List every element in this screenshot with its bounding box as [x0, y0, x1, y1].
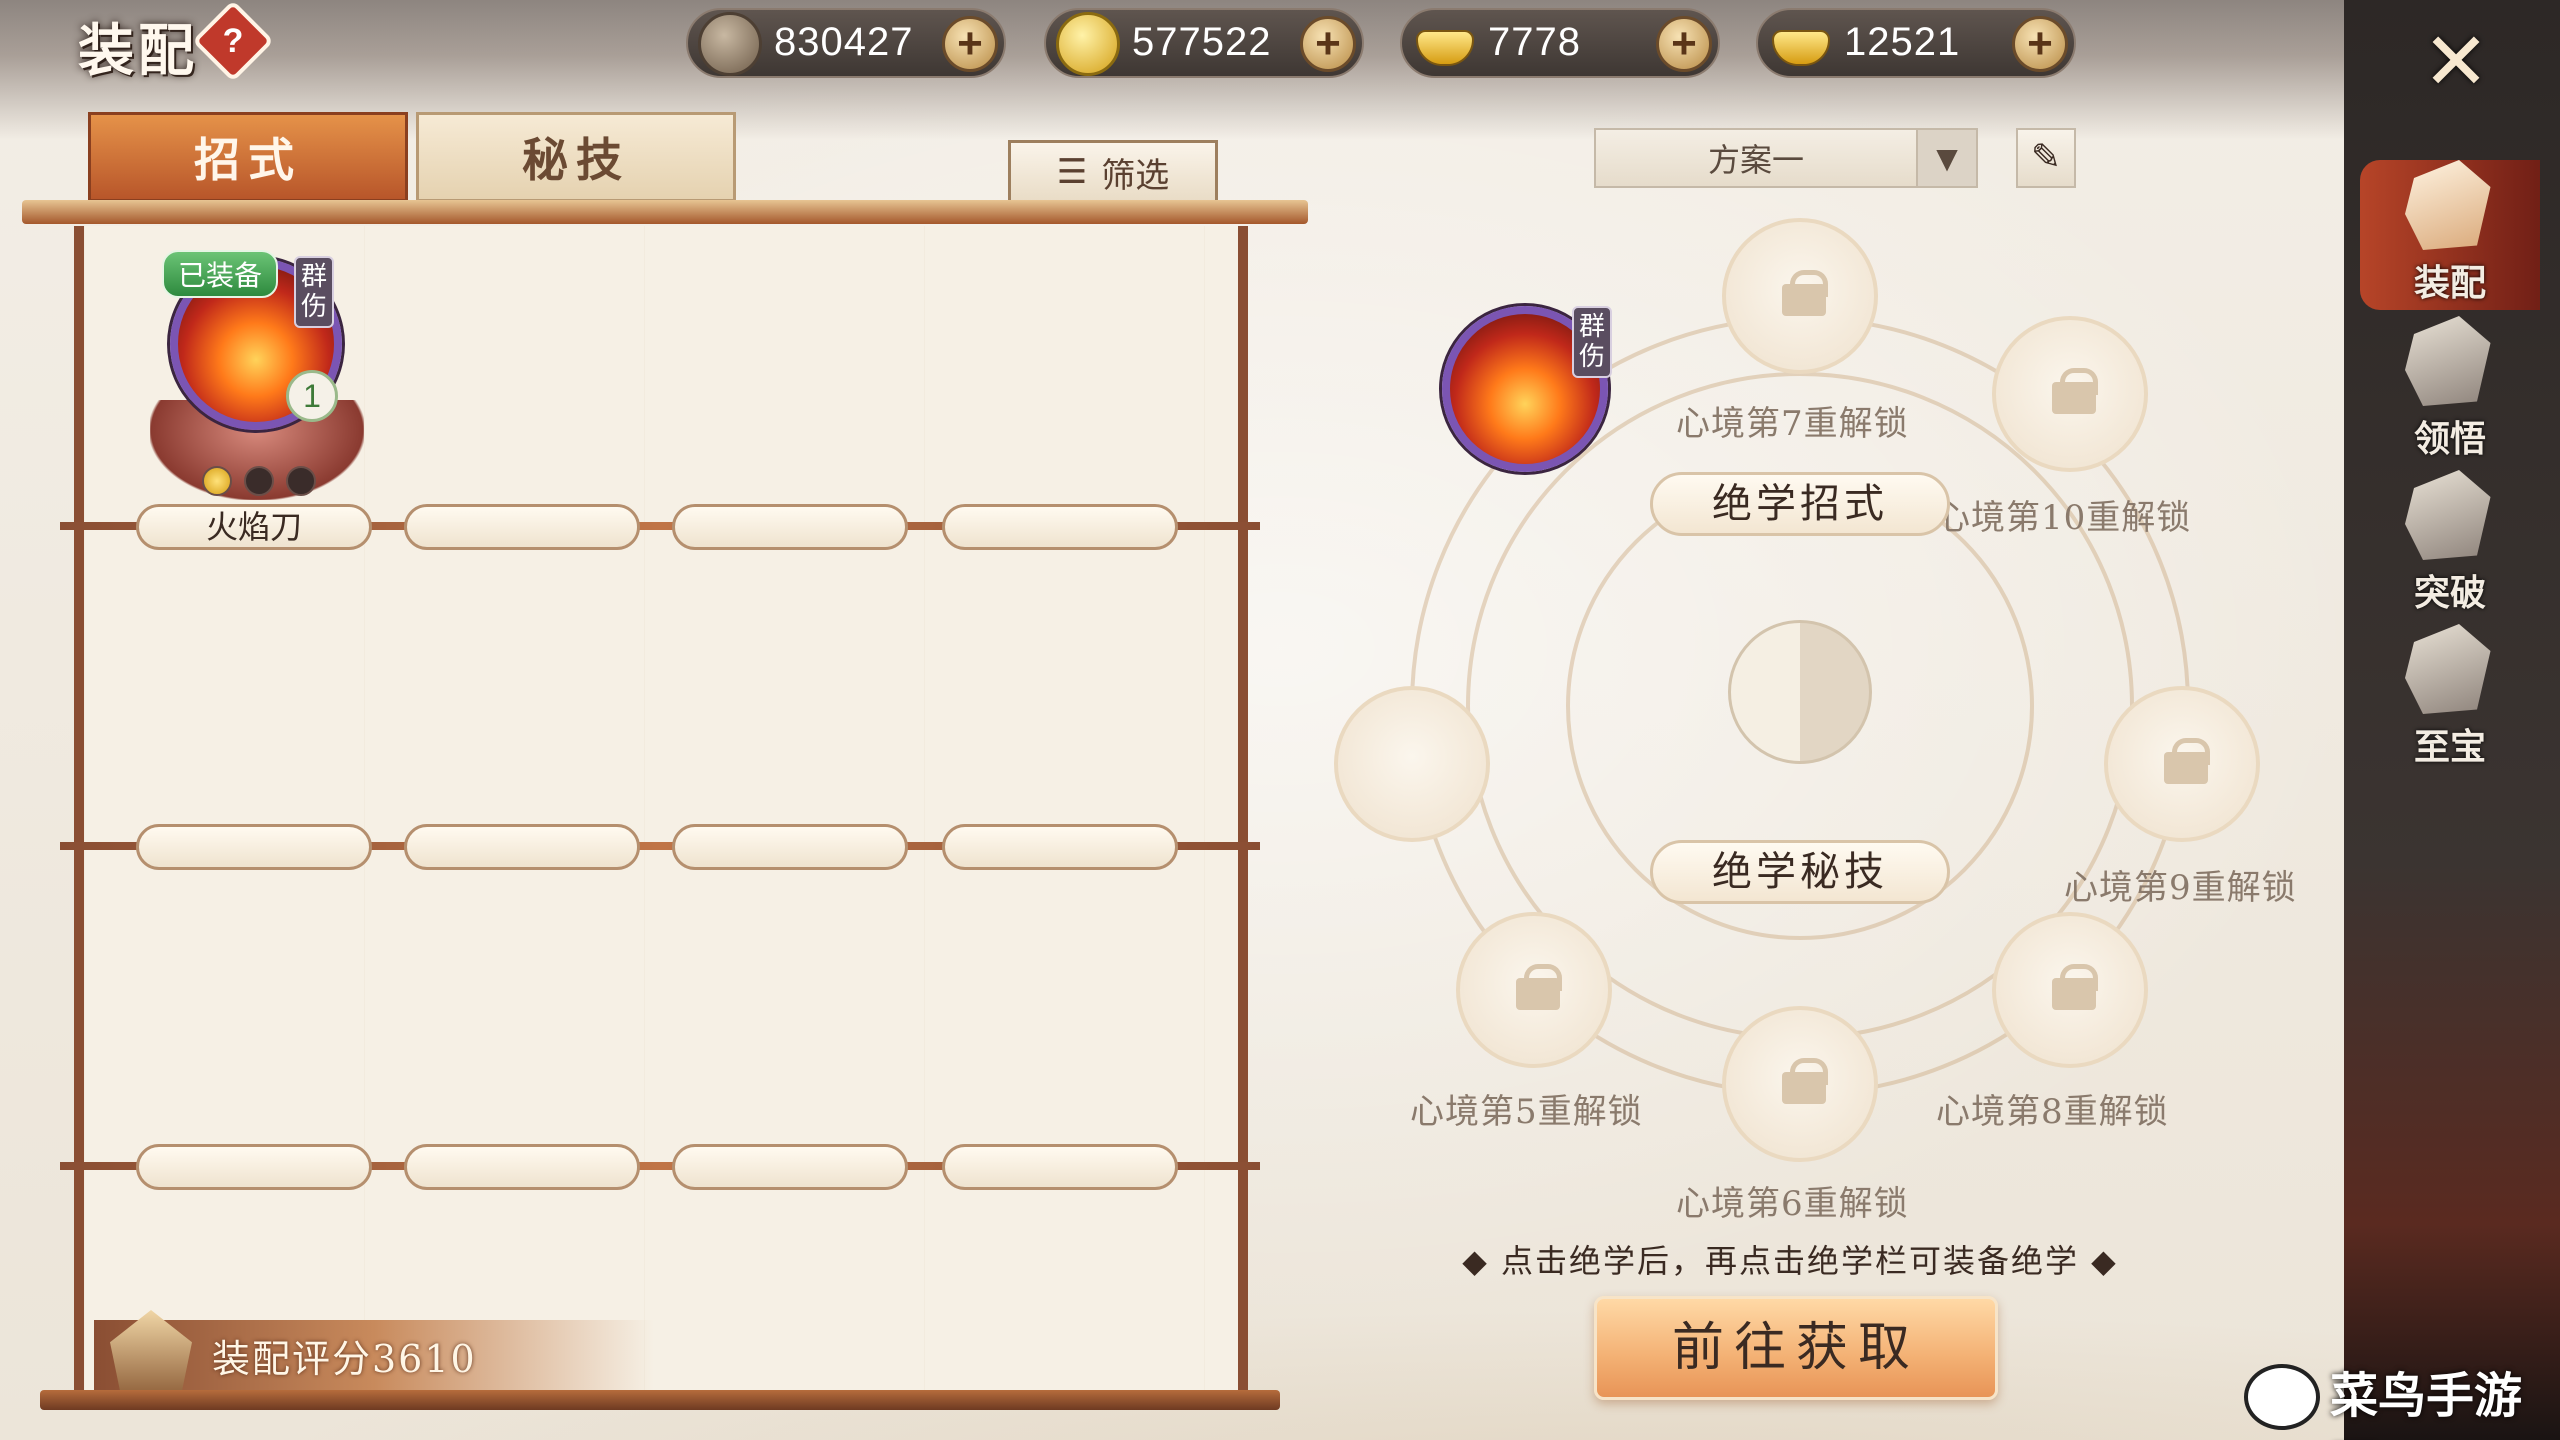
watermark-mascot-icon: [2244, 1364, 2320, 1430]
side-nav-equip[interactable]: 装配: [2360, 160, 2540, 310]
locked-slot-6[interactable]: [1722, 1006, 1878, 1162]
currency-copper: 830427 +: [686, 8, 1006, 78]
unlock-label-8: 心境第8重解锁: [1936, 1092, 2169, 1132]
side-nav-label: 突破: [2413, 572, 2486, 614]
currency-ingot: 12521 +: [1756, 8, 2076, 78]
plan-selected: 方案一: [1707, 141, 1804, 179]
locked-slot-empty[interactable]: [1334, 686, 1490, 842]
filter-button[interactable]: ☰ 筛选: [1008, 140, 1218, 204]
skill-slot-9[interactable]: [136, 1144, 372, 1190]
filter-label: 筛选: [1101, 155, 1170, 196]
panel-top-bar: [22, 200, 1308, 224]
unlock-label-9: 心境第9重解锁: [2064, 868, 2297, 908]
unlock-label-5: 心境第5重解锁: [1410, 1092, 1643, 1132]
skill-slot-1[interactable]: 火焰刀: [136, 504, 372, 550]
equip-score: 装配评分3610: [212, 1337, 477, 1381]
lock-icon: [1782, 270, 1828, 316]
plan-dropdown[interactable]: 方案一 ▼: [1594, 128, 1978, 188]
treasure-sword-icon: [2405, 624, 2491, 714]
yin-yang-icon: [1728, 620, 1872, 764]
lock-icon: [1516, 964, 1562, 1010]
add-bound-ingot-button[interactable]: +: [1656, 16, 1712, 72]
add-gold-button[interactable]: +: [1300, 16, 1356, 72]
currency-value: 12521: [1844, 20, 1961, 64]
skill-slot-4[interactable]: [942, 504, 1178, 550]
skill-slot-7[interactable]: [672, 824, 908, 870]
star-dot: [202, 466, 232, 496]
equipped-badge: 已装备: [162, 250, 279, 298]
locked-slot-9[interactable]: [2104, 686, 2260, 842]
equip-book-icon: [2405, 160, 2491, 250]
add-copper-button[interactable]: +: [942, 16, 998, 72]
filter-icon: ☰: [1056, 152, 1088, 192]
lock-icon: [1782, 1058, 1828, 1104]
unlock-label-7: 心境第7重解锁: [1676, 404, 1909, 444]
currency-value: 830427: [774, 20, 914, 64]
ultimate-secret-label[interactable]: 绝学秘技: [1650, 840, 1950, 904]
skill-level-badge: 1: [286, 370, 338, 422]
skill-slot-2[interactable]: [404, 504, 640, 550]
gold-coin-icon: [1056, 12, 1120, 76]
close-icon[interactable]: ✕: [2414, 20, 2498, 104]
breakthrough-icon: [2405, 470, 2491, 560]
skill-slot-8[interactable]: [942, 824, 1178, 870]
skill-slot-5[interactable]: [136, 824, 372, 870]
skill-star-dots: [202, 466, 316, 496]
skill-slot-10[interactable]: [404, 1144, 640, 1190]
side-nav-treasure[interactable]: 至宝: [2360, 624, 2540, 774]
copper-coin-icon: [698, 12, 762, 76]
lock-icon: [2052, 964, 2098, 1010]
side-nav-label: 装配: [2413, 262, 2486, 304]
equip-hint: ◆ 点击绝学后，再点击绝学栏可装备绝学 ◆: [1462, 1242, 2118, 1280]
add-ingot-button[interactable]: +: [2012, 16, 2068, 72]
tab-secret[interactable]: 秘技: [416, 112, 736, 202]
skill-slot-11[interactable]: [672, 1144, 908, 1190]
locked-slot-10[interactable]: [1992, 316, 2148, 472]
edit-plan-button[interactable]: ✎: [2016, 128, 2076, 188]
locked-slot-5[interactable]: [1456, 912, 1612, 1068]
currency-value: 577522: [1132, 20, 1272, 64]
skill-slot-6[interactable]: [404, 824, 640, 870]
locked-slot-8[interactable]: [1992, 912, 2148, 1068]
currency-gold: 577522 +: [1044, 8, 1364, 78]
skill-slot-12[interactable]: [942, 1144, 1178, 1190]
side-nav-label: 至宝: [2413, 726, 2486, 768]
page-title: 装配: [78, 18, 198, 84]
chevron-down-icon: ▼: [1916, 130, 1976, 186]
unlock-label-10: 心境第10重解锁: [1936, 498, 2192, 538]
go-obtain-button[interactable]: 前往获取: [1594, 1296, 1998, 1400]
currency-value: 7778: [1488, 20, 1581, 64]
watermark: 菜鸟手游网: [2330, 1368, 2523, 1440]
tab-moves[interactable]: 招式: [88, 112, 408, 202]
gold-ingot-locked-icon: [1412, 12, 1476, 76]
side-nav-label: 领悟: [2413, 418, 2486, 460]
star-dot: [244, 466, 274, 496]
equipped-skill-tag: 群伤: [1572, 306, 1612, 378]
side-nav-insight[interactable]: 领悟: [2360, 316, 2540, 466]
insight-scroll-icon: [2405, 316, 2491, 406]
lock-icon: [2052, 368, 2098, 414]
skill-slot-3[interactable]: [672, 504, 908, 550]
gold-ingot-icon: [1768, 12, 1832, 76]
side-nav-breakthrough[interactable]: 突破: [2360, 470, 2540, 620]
currency-bound-ingot: 7778 +: [1400, 8, 1720, 78]
lock-icon: [2164, 738, 2210, 784]
unlock-label-6: 心境第6重解锁: [1676, 1184, 1909, 1224]
skill-tag: 群伤: [294, 256, 334, 328]
panel-bottom-bar: [40, 1390, 1280, 1410]
star-dot: [286, 466, 316, 496]
ultimate-moves-label[interactable]: 绝学招式: [1650, 472, 1950, 536]
locked-slot-7[interactable]: [1722, 218, 1878, 374]
